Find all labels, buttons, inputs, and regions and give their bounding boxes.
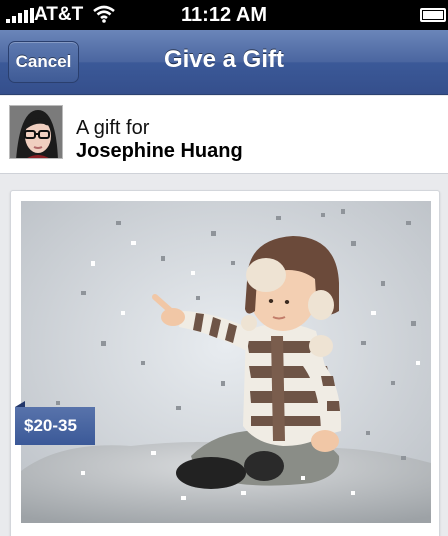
gift-card[interactable]: $20-35 [10,190,440,536]
recipient-header: A gift for Josephine Huang [0,96,448,174]
nav-bar: Cancel Give a Gift [0,30,448,95]
battery-icon [420,8,446,22]
page-title: Give a Gift [163,46,285,73]
clock: 11:12 AM [181,4,267,26]
cancel-button[interactable]: Cancel [8,41,79,83]
price-badge-fold [15,401,25,407]
status-bar: AT&T 11:12 AM [0,0,448,30]
price-badge: $20-35 [15,407,95,445]
recipient-name: Josephine Huang [76,140,243,162]
gift-photo[interactable] [21,201,431,523]
avatar[interactable] [9,105,63,159]
gift-for-label: A gift for [76,117,150,139]
